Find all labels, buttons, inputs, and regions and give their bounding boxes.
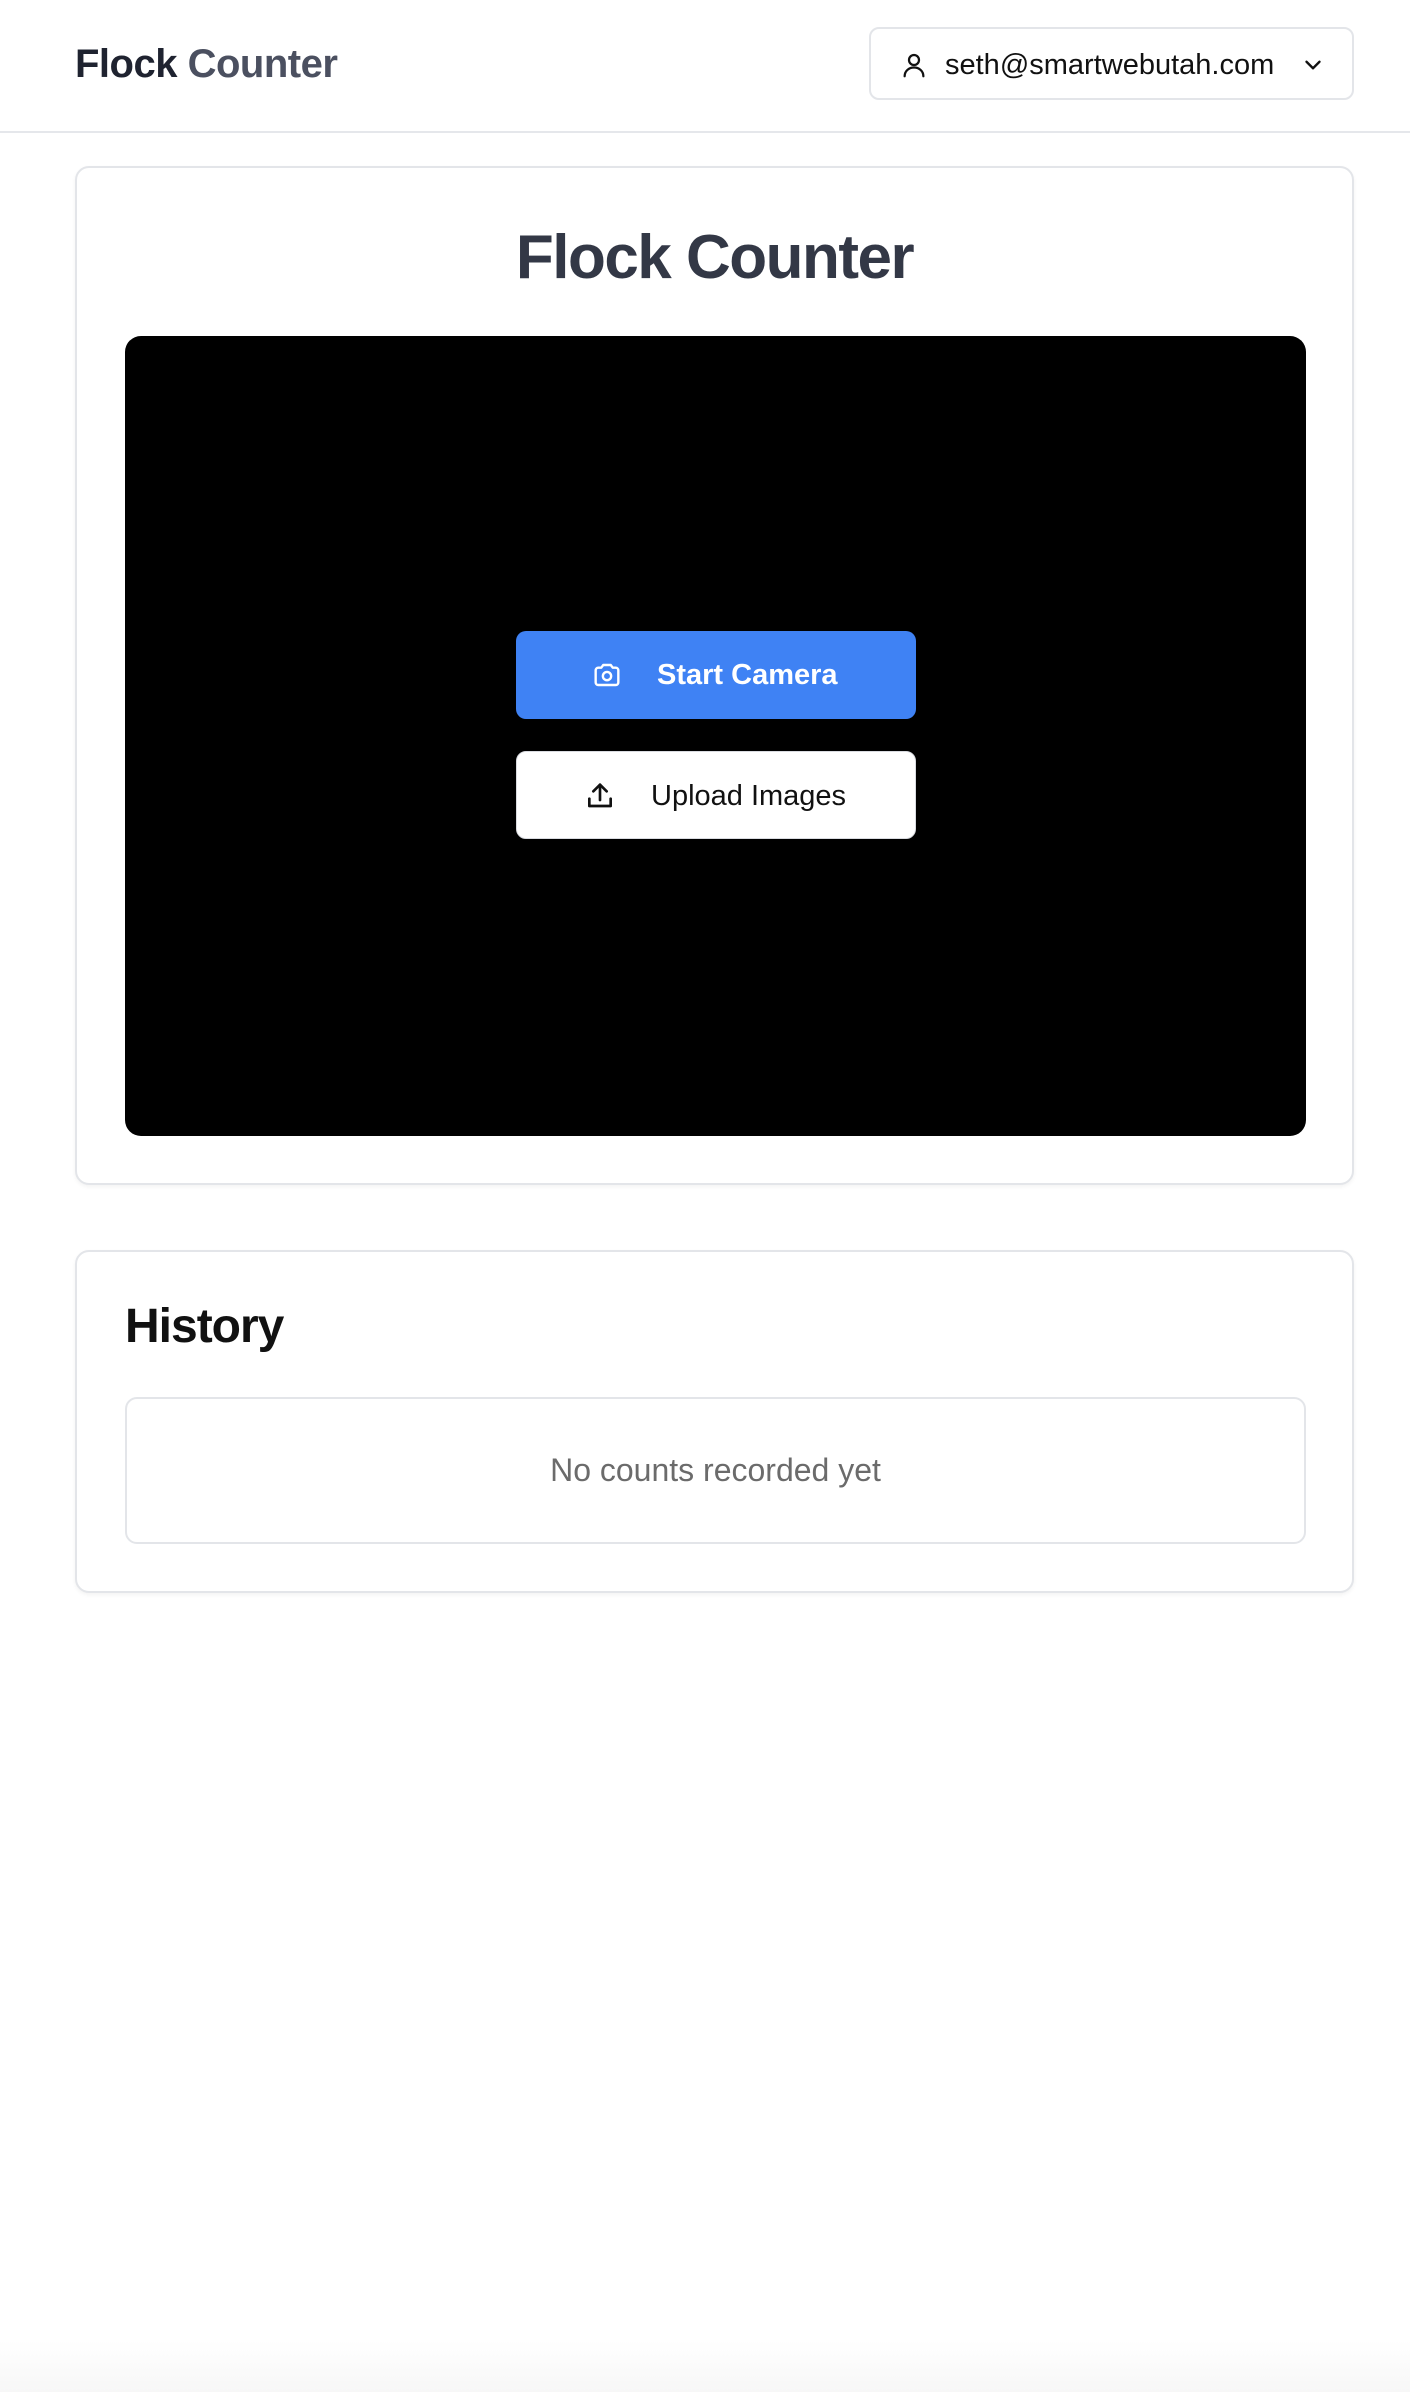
upload-images-button[interactable]: Upload Images xyxy=(516,751,916,839)
start-camera-button[interactable]: Start Camera xyxy=(516,631,916,719)
camera-viewport: Start Camera Upload Images xyxy=(125,336,1306,1136)
page: Flock Counter seth@smartwebutah.com Floc… xyxy=(0,0,1410,2392)
user-menu-button[interactable]: seth@smartwebutah.com xyxy=(869,27,1354,100)
upload-images-label: Upload Images xyxy=(651,780,847,812)
counter-card: Flock Counter Start Camera Upload Images xyxy=(75,166,1354,1185)
brand-word-flock: Flock xyxy=(75,42,177,86)
brand-word-counter: Counter xyxy=(187,42,338,86)
start-camera-label: Start Camera xyxy=(657,659,838,691)
user-email: seth@smartwebutah.com xyxy=(945,49,1275,81)
chevron-down-icon xyxy=(1305,60,1321,70)
history-title: History xyxy=(125,1300,284,1353)
app-brand[interactable]: Flock Counter xyxy=(75,38,338,90)
user-icon xyxy=(903,53,925,78)
page-title: Flock Counter xyxy=(515,223,915,292)
history-empty-state: No counts recorded yet xyxy=(125,1397,1306,1544)
history-card: History No counts recorded yet xyxy=(75,1250,1354,1593)
upload-icon xyxy=(588,783,612,808)
camera-icon xyxy=(594,663,620,687)
top-bar: Flock Counter seth@smartwebutah.com xyxy=(0,0,1410,133)
empty-state-message: No counts recorded yet xyxy=(550,1452,881,1488)
